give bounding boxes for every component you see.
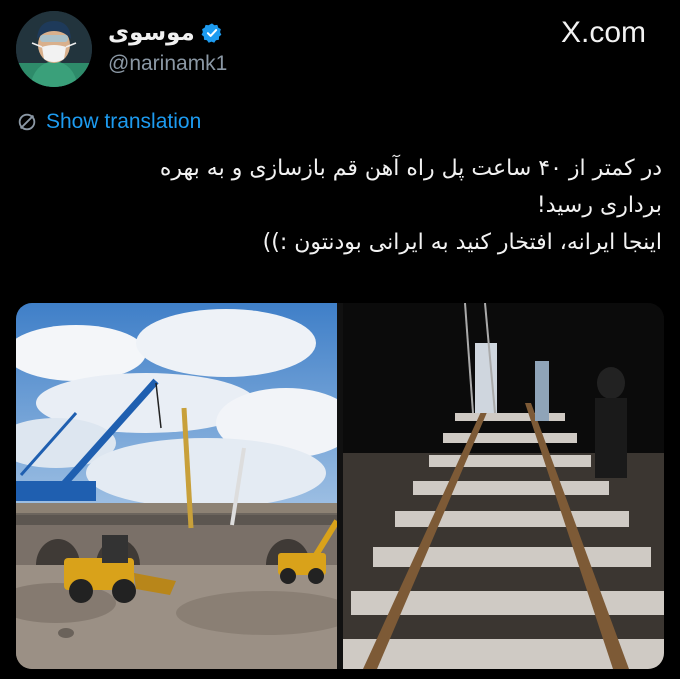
translate-icon [16, 111, 38, 133]
verified-badge-icon [201, 22, 223, 44]
site-label: X.com [560, 16, 646, 49]
tweet-line: برداری رسید! [536, 193, 662, 218]
avatar[interactable] [16, 11, 92, 87]
name-row: موسوی [108, 20, 223, 46]
show-translation-label[interactable]: Show translation [46, 110, 201, 134]
display-name[interactable]: موسوی [108, 20, 195, 46]
show-translation-button[interactable]: Show translation [16, 110, 201, 134]
bridge-construction-photo[interactable] [16, 303, 337, 669]
tweet-header: موسوی @narinamk1 X.com [0, 0, 680, 100]
user-handle[interactable]: @narinamk1 [108, 52, 227, 76]
site-watermark: X.com [561, 16, 646, 50]
tweet-text: در کمتر از ۴۰ ساعت پل راه آهن قم بازسازی… [22, 150, 662, 261]
tweet-line: در کمتر از ۴۰ ساعت پل راه آهن قم بازسازی… [159, 156, 662, 181]
tweet-line: اینجا ایرانه، افتخار کنید به ایرانی بودن… [262, 230, 662, 255]
railway-track-photo[interactable] [343, 303, 664, 669]
media-grid [16, 303, 664, 669]
